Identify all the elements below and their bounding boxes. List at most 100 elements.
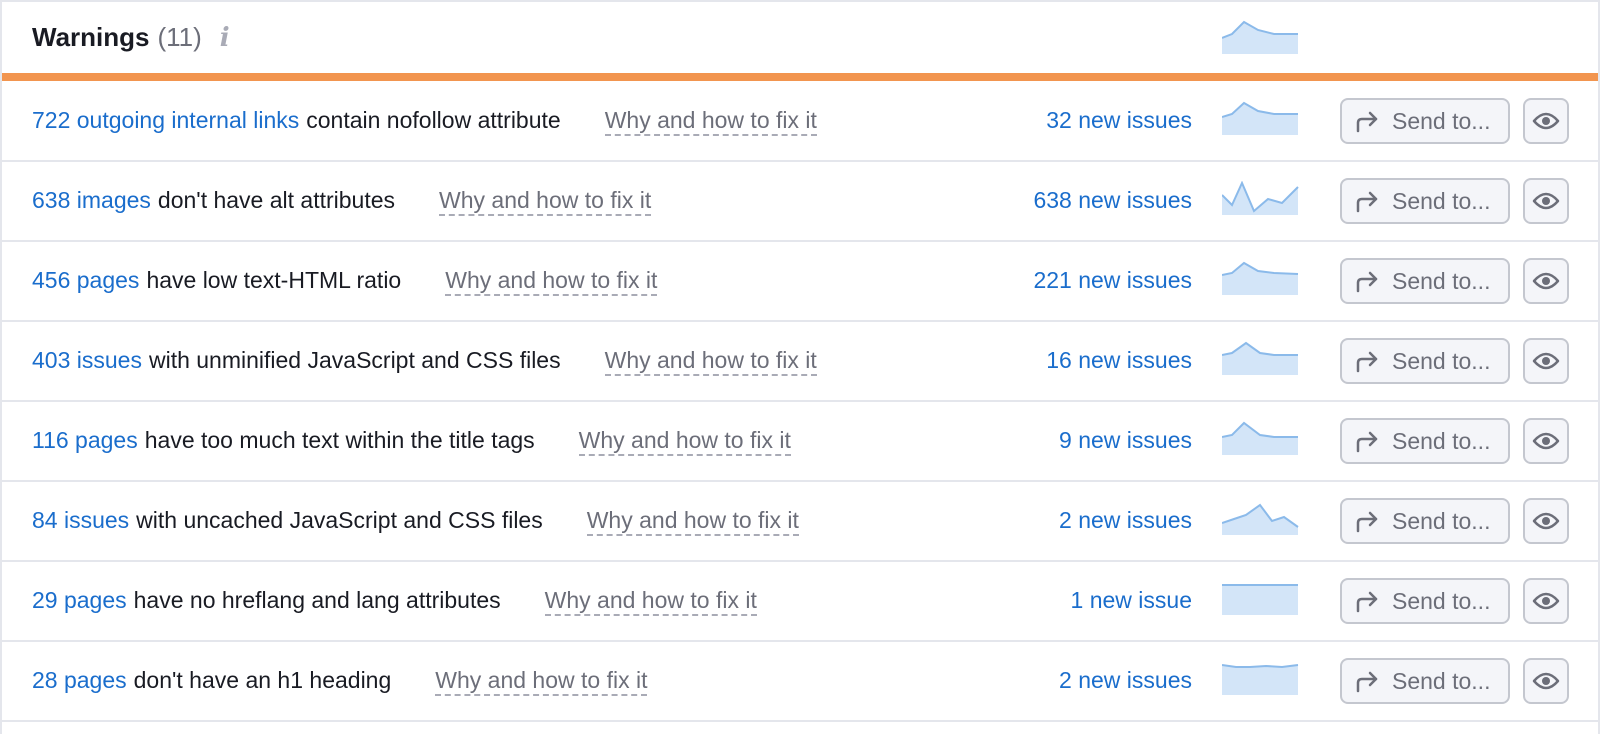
why-and-how-link[interactable]: Why and how to fix it bbox=[604, 346, 817, 376]
share-arrow-icon bbox=[1356, 431, 1378, 453]
eye-icon bbox=[1532, 112, 1560, 130]
warnings-count: (11) bbox=[157, 22, 202, 52]
why-and-how-link[interactable]: Why and how to fix it bbox=[604, 106, 817, 136]
trend-sparkline bbox=[1222, 584, 1298, 615]
warnings-panel: Warnings (11) i 722 outgoing internal li… bbox=[0, 0, 1600, 734]
issue-text: with uncached JavaScript and CSS files bbox=[136, 507, 543, 533]
issue-row: 638 images don't have alt attributes Why… bbox=[2, 161, 1598, 242]
warnings-header: Warnings (11) i bbox=[2, 0, 1598, 74]
section-title-label: Warnings bbox=[32, 22, 150, 52]
trend-sparkline bbox=[1222, 20, 1298, 54]
issue-description: 722 outgoing internal links contain nofo… bbox=[32, 81, 817, 160]
eye-icon bbox=[1532, 672, 1560, 690]
hide-issue-button[interactable] bbox=[1523, 338, 1569, 384]
send-to-label: Send to... bbox=[1392, 587, 1491, 614]
hide-issue-button[interactable] bbox=[1523, 258, 1569, 304]
new-issues-link[interactable]: 221 new issues bbox=[1033, 241, 1192, 320]
share-arrow-icon bbox=[1356, 671, 1378, 693]
why-and-how-link[interactable]: Why and how to fix it bbox=[439, 186, 652, 216]
issue-count-link[interactable]: 638 images bbox=[32, 187, 151, 214]
issue-text: don't have an h1 heading bbox=[133, 667, 392, 693]
section-title: Warnings (11) i bbox=[32, 22, 230, 53]
hide-issue-button[interactable] bbox=[1523, 498, 1569, 544]
eye-icon bbox=[1532, 512, 1560, 530]
send-to-button[interactable]: Send to... bbox=[1340, 258, 1510, 304]
why-and-how-link[interactable]: Why and how to fix it bbox=[445, 266, 658, 296]
issue-text: contain nofollow attribute bbox=[306, 107, 561, 133]
new-issues-link[interactable]: 16 new issues bbox=[1046, 321, 1192, 400]
issue-text: don't have alt attributes bbox=[157, 187, 396, 213]
share-arrow-icon bbox=[1356, 271, 1378, 293]
issue-description: 456 pages have low text-HTML ratio Why a… bbox=[32, 241, 658, 320]
why-and-how-link[interactable]: Why and how to fix it bbox=[578, 426, 791, 456]
hide-issue-button[interactable] bbox=[1523, 658, 1569, 704]
issue-count-link[interactable]: 722 outgoing internal links bbox=[32, 107, 299, 134]
info-icon[interactable]: i bbox=[220, 23, 230, 53]
share-arrow-icon bbox=[1356, 591, 1378, 613]
trend-sparkline bbox=[1222, 421, 1298, 455]
new-issues-link[interactable]: 9 new issues bbox=[1059, 401, 1192, 480]
issue-description: 29 pages have no hreflang and lang attri… bbox=[32, 561, 757, 640]
why-and-how-link[interactable]: Why and how to fix it bbox=[544, 586, 757, 616]
issue-description: 403 issues with unminified JavaScript an… bbox=[32, 321, 817, 400]
why-and-how-link[interactable]: Why and how to fix it bbox=[586, 506, 799, 536]
why-and-how-link[interactable]: Why and how to fix it bbox=[435, 666, 648, 696]
issue-description: 116 pages have too much text within the … bbox=[32, 401, 791, 480]
send-to-label: Send to... bbox=[1392, 267, 1491, 294]
issue-description: 638 images don't have alt attributes Why… bbox=[32, 161, 652, 240]
issue-text: have low text-HTML ratio bbox=[146, 267, 402, 293]
share-arrow-icon bbox=[1356, 191, 1378, 213]
issue-row: 84 issues with uncached JavaScript and C… bbox=[2, 481, 1598, 562]
send-to-button[interactable]: Send to... bbox=[1340, 98, 1510, 144]
eye-icon bbox=[1532, 432, 1560, 450]
issue-row: 28 pages don't have an h1 heading Why an… bbox=[2, 641, 1598, 722]
send-to-button[interactable]: Send to... bbox=[1340, 418, 1510, 464]
trend-sparkline bbox=[1222, 341, 1298, 375]
issue-count-link[interactable]: 84 issues bbox=[32, 507, 129, 534]
new-issues-link[interactable]: 1 new issue bbox=[1071, 561, 1192, 640]
send-to-label: Send to... bbox=[1392, 347, 1491, 374]
hide-issue-button[interactable] bbox=[1523, 98, 1569, 144]
trend-sparkline bbox=[1222, 101, 1298, 135]
send-to-label: Send to... bbox=[1392, 107, 1491, 134]
issue-row: 29 pages have no hreflang and lang attri… bbox=[2, 561, 1598, 642]
send-to-button[interactable]: Send to... bbox=[1340, 658, 1510, 704]
send-to-label: Send to... bbox=[1392, 667, 1491, 694]
new-issues-link[interactable]: 2 new issues bbox=[1059, 481, 1192, 560]
send-to-button[interactable]: Send to... bbox=[1340, 338, 1510, 384]
send-to-button[interactable]: Send to... bbox=[1340, 498, 1510, 544]
issue-row: 116 pages have too much text within the … bbox=[2, 401, 1598, 482]
send-to-button[interactable]: Send to... bbox=[1340, 578, 1510, 624]
share-arrow-icon bbox=[1356, 511, 1378, 533]
trend-sparkline bbox=[1222, 181, 1299, 215]
trend-sparkline bbox=[1222, 664, 1299, 695]
eye-icon bbox=[1532, 592, 1560, 610]
send-to-label: Send to... bbox=[1392, 507, 1491, 534]
new-issues-link[interactable]: 638 new issues bbox=[1033, 161, 1192, 240]
share-arrow-icon bbox=[1356, 351, 1378, 373]
send-to-button[interactable]: Send to... bbox=[1340, 178, 1510, 224]
trend-sparkline bbox=[1222, 261, 1299, 295]
issue-count-link[interactable]: 403 issues bbox=[32, 347, 142, 374]
issue-row: 456 pages have low text-HTML ratio Why a… bbox=[2, 241, 1598, 322]
issue-text: have too much text within the title tags bbox=[144, 427, 535, 453]
issue-count-link[interactable]: 456 pages bbox=[32, 267, 139, 294]
issue-text: with unminified JavaScript and CSS files bbox=[148, 347, 561, 373]
issue-count-link[interactable]: 29 pages bbox=[32, 587, 127, 614]
trend-sparkline bbox=[1222, 503, 1299, 535]
issue-description: 84 issues with uncached JavaScript and C… bbox=[32, 481, 799, 560]
issue-text: have no hreflang and lang attributes bbox=[133, 587, 501, 613]
send-to-label: Send to... bbox=[1392, 427, 1491, 454]
issue-row: 722 outgoing internal links contain nofo… bbox=[2, 81, 1598, 162]
issue-count-link[interactable]: 28 pages bbox=[32, 667, 127, 694]
hide-issue-button[interactable] bbox=[1523, 418, 1569, 464]
hide-issue-button[interactable] bbox=[1523, 178, 1569, 224]
hide-issue-button[interactable] bbox=[1523, 578, 1569, 624]
new-issues-link[interactable]: 2 new issues bbox=[1059, 641, 1192, 720]
new-issues-link[interactable]: 32 new issues bbox=[1046, 81, 1192, 160]
eye-icon bbox=[1532, 352, 1560, 370]
issue-description: 28 pages don't have an h1 heading Why an… bbox=[32, 641, 648, 720]
eye-icon bbox=[1532, 192, 1560, 210]
share-arrow-icon bbox=[1356, 111, 1378, 133]
issue-count-link[interactable]: 116 pages bbox=[32, 427, 138, 454]
